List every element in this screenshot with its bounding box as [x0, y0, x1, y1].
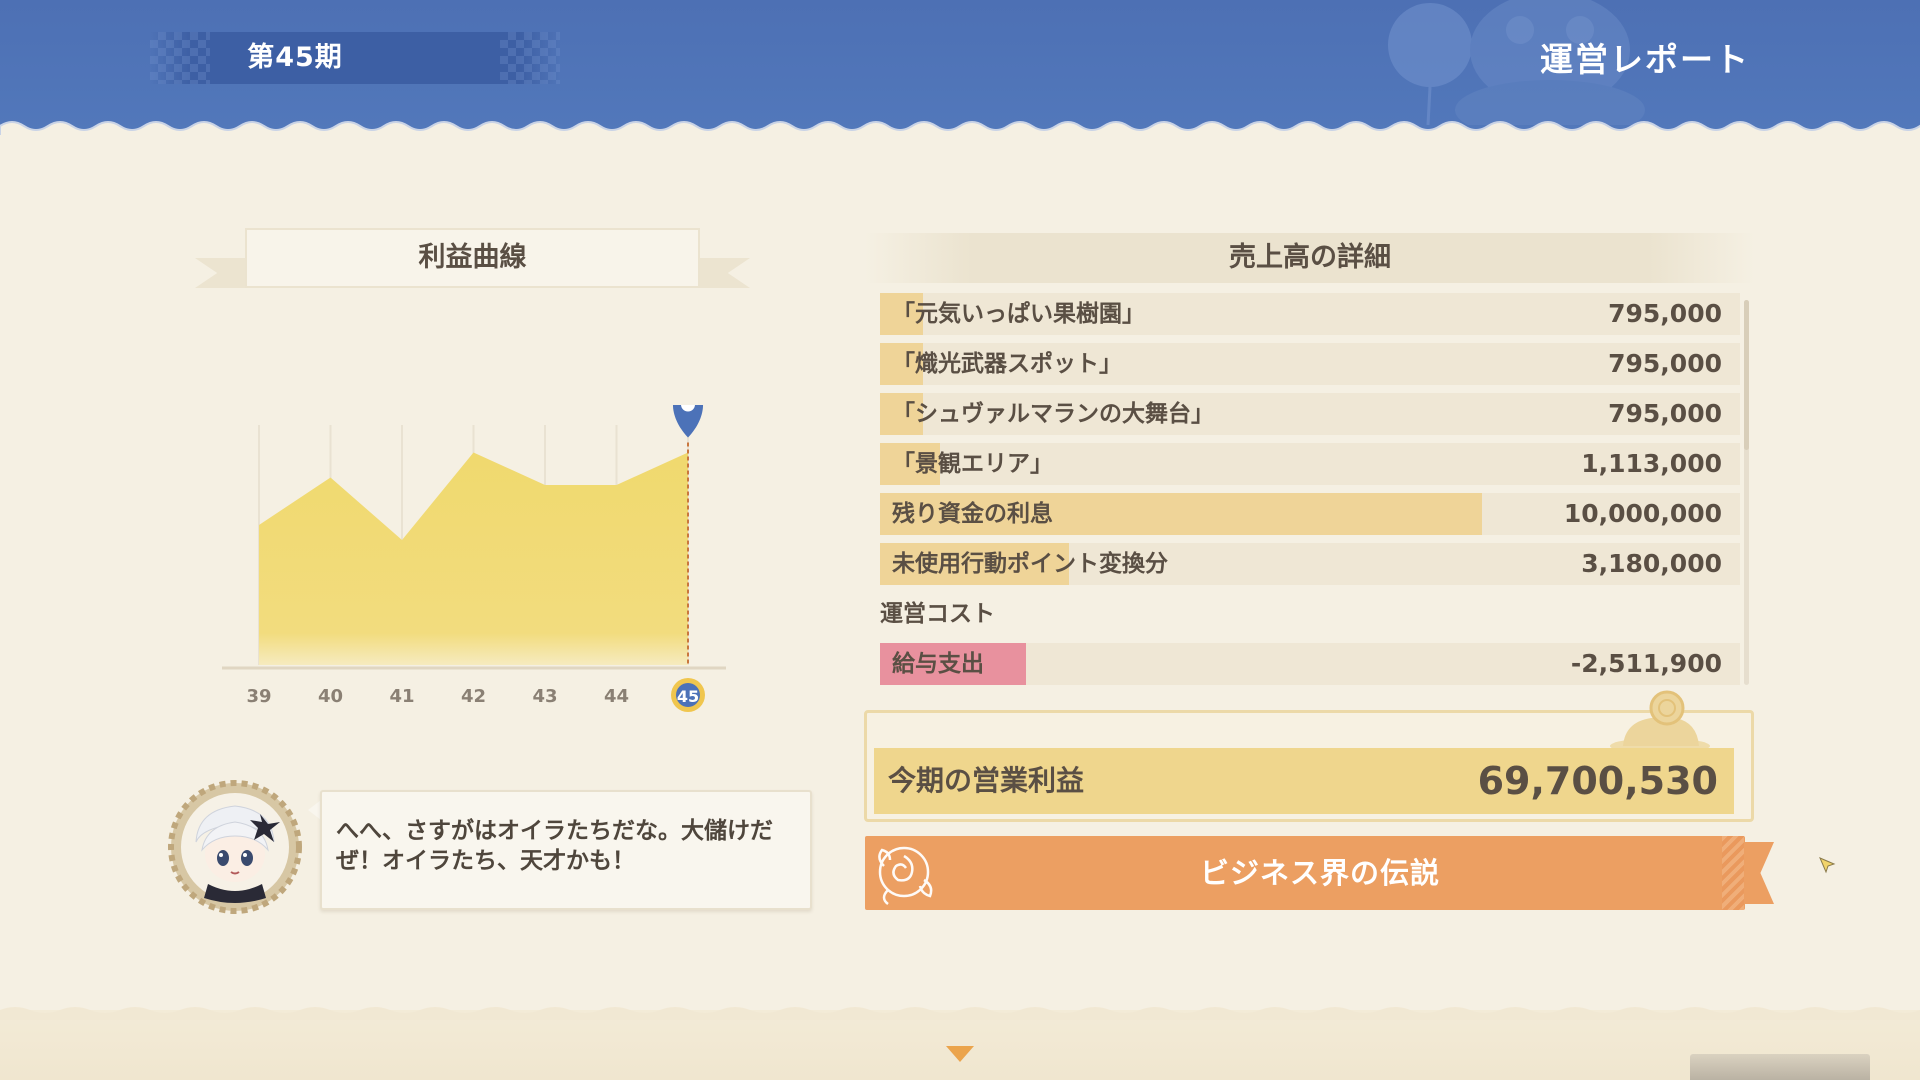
- sales-row-value: 795,000: [1608, 399, 1722, 428]
- sales-row-value: 10,000,000: [1563, 499, 1722, 528]
- x-tick-label: 40: [318, 686, 343, 707]
- sales-row: 「元気いっぱい果樹園」 795,000: [880, 293, 1740, 335]
- dialogue-line-2: ぜ！オイラたち、天才かも！: [336, 848, 635, 874]
- sales-row-label: 「景観エリア」: [892, 451, 1053, 477]
- bottom-wave-edge: [0, 1007, 1920, 1020]
- profit-curve-ribbon: 利益曲線: [195, 228, 750, 293]
- x-tick-label: 44: [604, 686, 629, 707]
- sales-row-label: 「シュヴァルマランの大舞台」: [892, 401, 1214, 427]
- x-tick-label: 45: [677, 687, 699, 706]
- cost-heading: 運営コスト: [880, 601, 995, 627]
- dialogue-text: へへ、さすがはオイラたちだな。大儲けだ ぜ！オイラたち、天才かも！: [336, 816, 796, 876]
- sales-row-label: 「元気いっぱい果樹園」: [892, 301, 1145, 327]
- operating-profit-value: 69,700,530: [1477, 759, 1718, 803]
- sales-row-value: 795,000: [1608, 349, 1722, 378]
- operating-profit-label: 今期の営業利益: [888, 764, 1085, 797]
- sales-row: 「シュヴァルマランの大舞台」 795,000: [880, 393, 1740, 435]
- cost-row-label: 給与支出: [892, 651, 984, 677]
- sales-row: 残り資金の利息 10,000,000: [880, 493, 1740, 535]
- profit-curve-title: 利益曲線: [418, 242, 527, 273]
- sales-row: 「熾光武器スポット」 795,000: [880, 343, 1740, 385]
- sales-row: 未使用行動ポイント変換分 3,180,000: [880, 543, 1740, 585]
- dialogue-line-1: へへ、さすがはオイラたちだな。大儲けだ: [336, 818, 773, 844]
- sales-detail-title: 売上高の詳細: [1229, 242, 1391, 273]
- detail-scrollbar-thumb[interactable]: [1744, 300, 1749, 450]
- cost-row-value: -2,511,900: [1570, 649, 1722, 678]
- x-tick-label: 42: [461, 686, 486, 707]
- profit-curve-chart: 39 40 41 42 43 44 45: [222, 405, 726, 712]
- header-bar: 第45期 運営レポート: [0, 0, 1920, 135]
- title-award-label: ビジネス界の伝説: [1199, 856, 1440, 890]
- sales-row-value: 1,113,000: [1581, 449, 1722, 478]
- sales-row-label: 残り資金の利息: [892, 501, 1053, 527]
- cost-row: 給与支出 -2,511,900: [880, 643, 1740, 685]
- corner-overlay: [1690, 1054, 1870, 1080]
- bottom-band: [0, 1010, 1920, 1080]
- x-tick-label: 41: [389, 686, 414, 707]
- next-arrow-icon[interactable]: [946, 1046, 974, 1062]
- sales-row-value: 795,000: [1608, 299, 1722, 328]
- header-wave-edge: [0, 121, 1920, 135]
- sales-row: 「景観エリア」 1,113,000: [880, 443, 1740, 485]
- paimon-portrait-icon: [168, 780, 302, 914]
- sales-row-label: 未使用行動ポイント変換分: [892, 551, 1168, 577]
- operation-report-screen: 第45期 運営レポート 利益曲線 39 40 41 42 43 44 45 へへ、さすがはオ…: [0, 0, 1920, 1080]
- coin-pile-icon: [1610, 690, 1710, 752]
- period-label: 第45期: [247, 42, 343, 73]
- profit-area: [259, 452, 688, 665]
- sales-row-value: 3,180,000: [1581, 549, 1722, 578]
- cursor-pointer-icon: [1819, 857, 1836, 874]
- sales-row-label: 「熾光武器スポット」: [892, 351, 1122, 377]
- x-tick-label: 43: [532, 686, 557, 707]
- page-title: 運営レポート: [1540, 40, 1750, 79]
- x-tick-label: 39: [246, 686, 271, 707]
